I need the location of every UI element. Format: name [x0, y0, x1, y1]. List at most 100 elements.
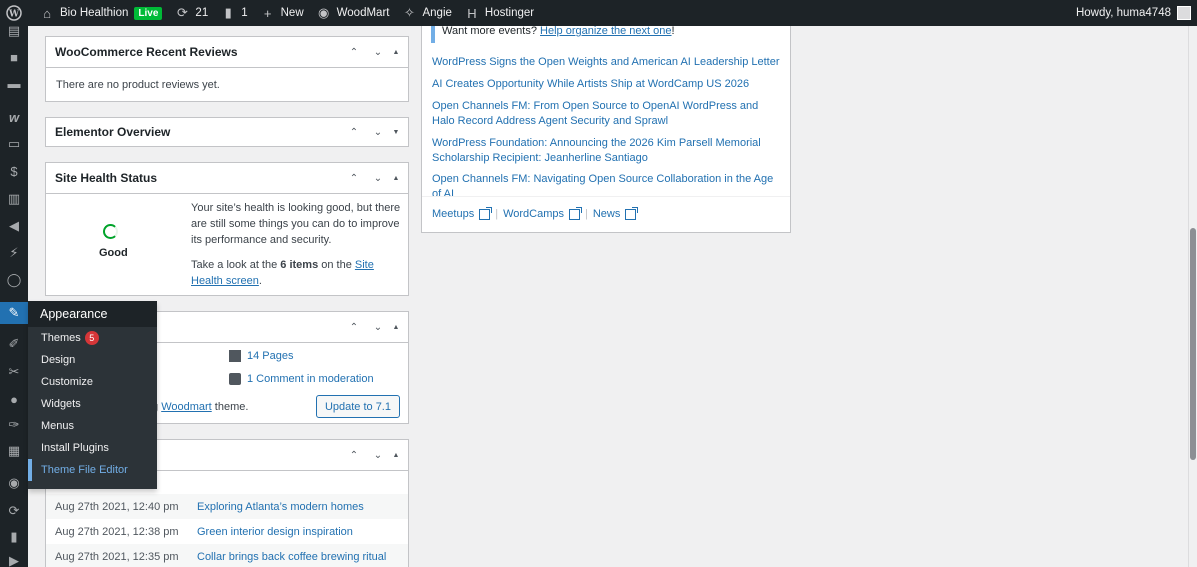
text-fragment: . — [258, 275, 262, 287]
page-scrollbar[interactable] — [1188, 26, 1197, 567]
news-link[interactable]: WordPress Foundation: Announcing the 202… — [432, 136, 782, 166]
recent-reviews-widget: WooCommerce Recent Reviews ⌃ ⌄ ▲ There a… — [45, 36, 409, 102]
move-up-icon[interactable]: ⌃ — [342, 47, 366, 58]
move-down-icon[interactable]: ⌄ — [366, 450, 390, 461]
toggle-panel-icon[interactable]: ▼ — [390, 129, 402, 136]
update-wordpress-button[interactable]: Update to 7.1 — [315, 395, 400, 418]
menu-settings-icon[interactable]: ▦ — [0, 440, 28, 462]
menu-analytics-icon[interactable]: ▥ — [0, 188, 28, 210]
refresh-icon: ⟳ — [176, 5, 188, 20]
submenu-title[interactable]: Appearance — [28, 301, 157, 327]
widget-title: Elementor Overview — [55, 125, 171, 139]
toggle-panel-icon[interactable]: ▲ — [390, 175, 402, 182]
health-status-circle-icon — [103, 224, 118, 239]
appearance-submenu: Appearance Themes 5 Design Customize Wid… — [28, 301, 157, 489]
activity-post-link[interactable]: Exploring Atlanta’s modern homes — [197, 501, 364, 513]
submenu-item-install-plugins[interactable]: Install Plugins — [28, 437, 157, 459]
angie-icon: ✧ — [404, 5, 415, 20]
news-link[interactable]: WordPress Signs the Open Weights and Ame… — [432, 55, 782, 70]
toggle-panel-icon[interactable]: ▲ — [390, 324, 402, 331]
events-news-widget: Want more events? Help organize the next… — [421, 12, 791, 233]
activity-post-link[interactable]: Green interior design inspiration — [197, 526, 353, 538]
activity-row: Aug 27th 2021, 12:38 pm Green interior d… — [46, 519, 408, 544]
items-count: 6 items — [280, 259, 319, 271]
submenu-item-customize[interactable]: Customize — [28, 371, 157, 393]
pages-icon — [229, 350, 241, 362]
move-down-icon[interactable]: ⌄ — [366, 322, 390, 333]
move-up-icon[interactable]: ⌃ — [342, 322, 366, 333]
hostinger-label: Hostinger — [484, 7, 535, 19]
menu-marketing-icon[interactable]: ◀ — [0, 215, 28, 237]
menu-woocommerce-icon[interactable]: w — [0, 106, 28, 128]
menu-updates-icon[interactable]: ⟳ — [0, 500, 28, 522]
menu-tools-icon[interactable]: ✑ — [0, 414, 28, 436]
submenu-item-menus[interactable]: Menus — [28, 415, 157, 437]
submenu-item-label: Theme File Editor — [41, 464, 128, 476]
menu-tools-scissors-icon[interactable]: ✂ — [0, 361, 28, 383]
move-down-icon[interactable]: ⌄ — [366, 173, 390, 184]
admin-bar: W ⌂ Bio Healthion Live ⟳ 21 ▮ 1 + New ◉ … — [0, 0, 1197, 26]
news-footer-link[interactable]: News — [593, 208, 621, 220]
comments-moderation-link[interactable]: 1 Comment in moderation — [229, 373, 374, 385]
submenu-item-design[interactable]: Design — [28, 349, 157, 371]
angie-menu[interactable]: ✧ Angie — [395, 0, 457, 26]
menu-products-icon[interactable]: ▭ — [0, 133, 28, 155]
menu-elementor-tools-icon[interactable]: ⚡ — [0, 242, 28, 264]
move-up-icon[interactable]: ⌃ — [342, 127, 366, 138]
move-up-icon[interactable]: ⌃ — [342, 450, 366, 461]
woodmart-menu[interactable]: ◉ WoodMart — [310, 0, 396, 26]
menu-templates-icon[interactable]: ▬ — [0, 72, 28, 94]
health-items-text: Take a look at the 6 items on the Site H… — [191, 257, 403, 289]
elementor-overview-widget: Elementor Overview ⌃ ⌄ ▼ — [45, 117, 409, 147]
comments-menu[interactable]: ▮ 1 — [214, 0, 253, 26]
site-name: Bio Healthion — [60, 7, 129, 19]
menu-users-icon[interactable]: ● — [0, 388, 28, 410]
widget-header: Site Health Status ⌃ ⌄ ▲ — [46, 163, 408, 194]
toggle-panel-icon[interactable]: ▲ — [390, 452, 402, 459]
admin-side-menu: ▤ ■ ▬ w ▭ $ ▥ ◀ ⚡ ◯ ✎ ✐ ✂ ● ✑ ▦ ◉ ⟳ ▮ ▶ — [0, 23, 28, 567]
activity-date: Aug 27th 2021, 12:40 pm — [55, 500, 179, 513]
menu-whatsapp-icon[interactable]: ◯ — [0, 269, 28, 291]
activity-post-link[interactable]: Collar brings back coffee brewing ritual — [197, 551, 386, 563]
submenu-item-widgets[interactable]: Widgets — [28, 393, 157, 415]
site-name-menu[interactable]: ⌂ Bio Healthion Live — [33, 0, 168, 26]
widget-header: Elementor Overview ⌃ ⌄ ▼ — [46, 118, 408, 146]
updates-menu[interactable]: ⟳ 21 — [168, 0, 214, 26]
menu-woodmart-icon[interactable]: ◉ — [0, 472, 28, 494]
news-link[interactable]: Open Channels FM: From Open Source to Op… — [432, 99, 782, 129]
menu-comments-icon[interactable]: ▮ — [0, 526, 28, 548]
wordpress-logo-menu[interactable]: W — [0, 0, 33, 26]
organize-event-link[interactable]: Help organize the next one — [540, 25, 671, 37]
move-up-icon[interactable]: ⌃ — [342, 173, 366, 184]
news-link[interactable]: AI Creates Opportunity While Artists Shi… — [432, 77, 782, 92]
health-summary: Your site’s health is looking good, but … — [191, 202, 401, 246]
my-account-menu[interactable]: Howdy, huma4748 — [1070, 0, 1197, 26]
health-status-label: Good — [99, 247, 128, 259]
move-down-icon[interactable]: ⌄ — [366, 47, 390, 58]
angie-label: Angie — [422, 7, 452, 19]
submenu-item-label: Design — [41, 354, 76, 366]
menu-appearance-icon[interactable]: ✎ — [0, 302, 28, 324]
menu-play-icon[interactable]: ▶ — [0, 550, 28, 567]
pages-count-link[interactable]: 14 Pages — [229, 350, 293, 362]
move-down-icon[interactable]: ⌄ — [366, 127, 390, 138]
activity-date: Aug 27th 2021, 12:35 pm — [55, 550, 179, 563]
new-content-menu[interactable]: + New — [254, 0, 310, 26]
menu-plugins-icon[interactable]: ✐ — [0, 333, 28, 355]
submenu-item-theme-file-editor[interactable]: Theme File Editor — [28, 459, 157, 481]
meetups-link[interactable]: Meetups — [432, 208, 474, 220]
scrollbar-thumb[interactable] — [1190, 228, 1196, 460]
menu-payments-icon[interactable]: $ — [0, 160, 28, 182]
plus-icon: + — [263, 5, 272, 21]
submenu-item-themes[interactable]: Themes 5 — [28, 327, 157, 349]
widget-title: WooCommerce Recent Reviews — [55, 45, 238, 59]
theme-link[interactable]: Woodmart — [161, 401, 212, 413]
events-footer: Meetups | WordCamps | News — [422, 196, 790, 231]
wordcamps-link[interactable]: WordCamps — [503, 208, 564, 220]
woodmart-label: WoodMart — [336, 7, 390, 19]
menu-elementor-icon[interactable]: ■ — [0, 46, 28, 68]
submenu-item-label: Widgets — [41, 398, 81, 410]
hostinger-menu[interactable]: H Hostinger — [458, 0, 540, 26]
toggle-panel-icon[interactable]: ▲ — [390, 49, 402, 56]
submenu-item-label: Customize — [41, 376, 93, 388]
